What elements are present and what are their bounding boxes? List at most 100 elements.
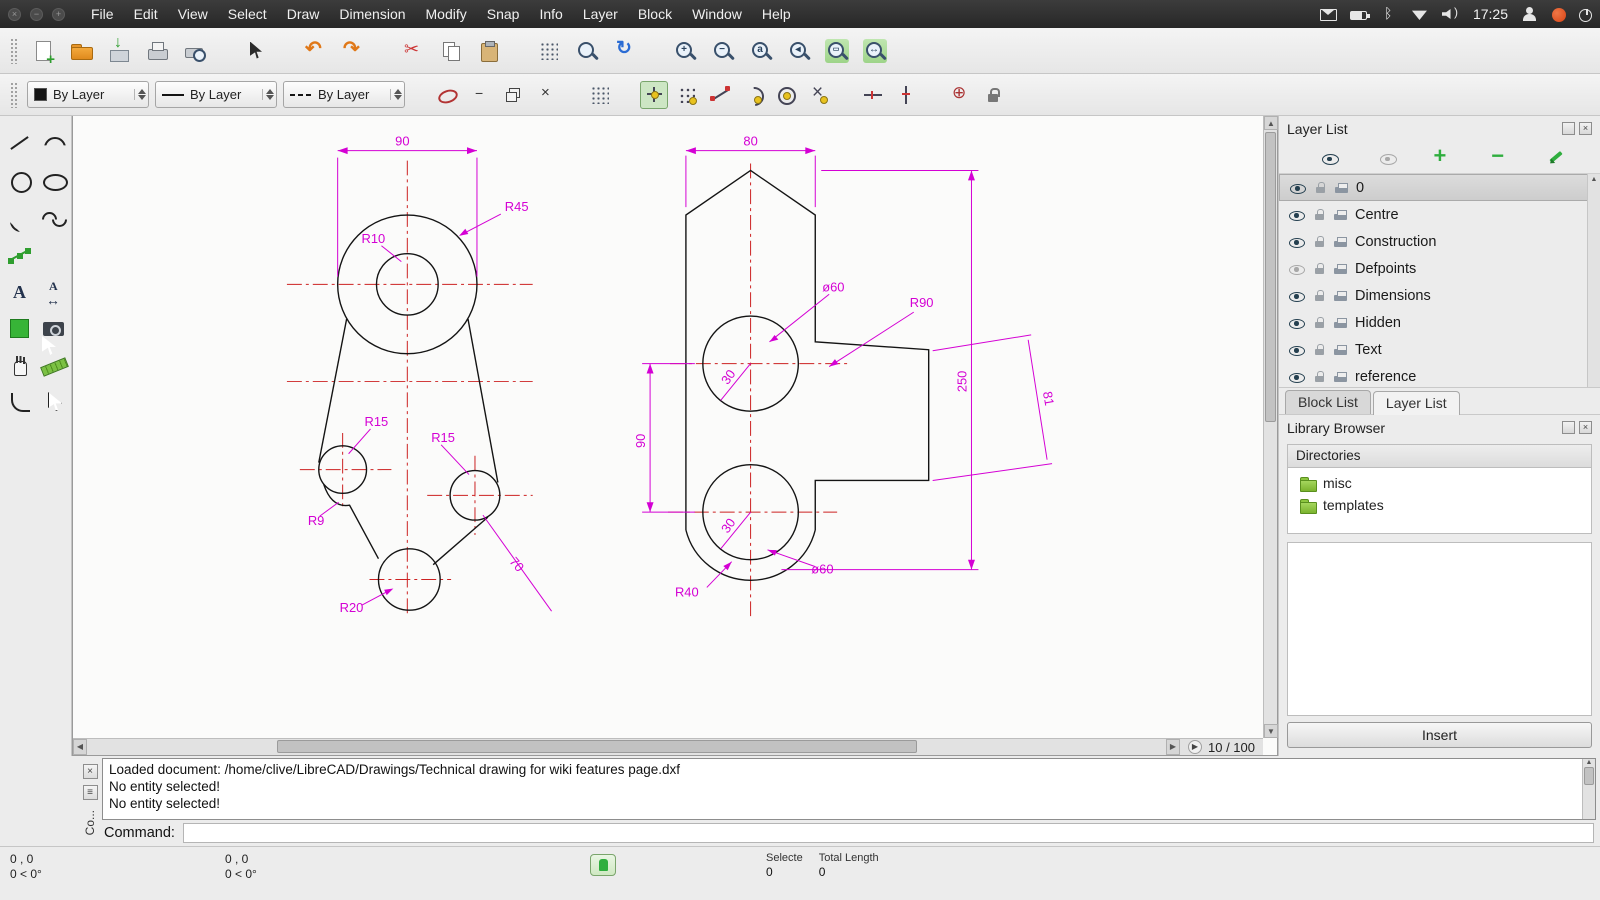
open-file-button[interactable] xyxy=(65,35,97,67)
print-preview-button[interactable] xyxy=(179,35,211,67)
power-icon[interactable] xyxy=(1579,8,1592,22)
float-panel-icon[interactable] xyxy=(1562,122,1575,135)
redraw-button[interactable] xyxy=(609,35,641,67)
command-input[interactable] xyxy=(182,823,1594,843)
layer-visibility-eye-icon[interactable] xyxy=(1289,370,1305,384)
layer-row-Dimensions[interactable]: Dimensions xyxy=(1279,282,1600,309)
spinner-arrows[interactable] xyxy=(390,89,402,100)
minimize-window-button[interactable]: − xyxy=(30,7,43,21)
layer-lock-icon[interactable] xyxy=(1312,343,1326,357)
new-document-button[interactable] xyxy=(27,35,59,67)
pen-linetype-combobox[interactable]: By Layer xyxy=(283,81,405,108)
layer-print-icon[interactable] xyxy=(1333,262,1348,276)
layer-print-icon[interactable] xyxy=(1333,208,1348,222)
scrollbar-thumb[interactable] xyxy=(1265,132,1276,422)
canvas-horizontal-scrollbar[interactable]: ◀ ▶ ▶ 10 / 100 xyxy=(73,738,1263,755)
library-folder-templates[interactable]: templates xyxy=(1290,494,1589,516)
layer-lock-icon[interactable] xyxy=(1312,208,1326,222)
remove-layer-button[interactable] xyxy=(1479,143,1515,171)
layer-visibility-eye-icon[interactable] xyxy=(1289,262,1305,276)
layer-print-icon[interactable] xyxy=(1333,343,1348,357)
layer-visibility-eye-icon[interactable] xyxy=(1289,289,1305,303)
drawing-area[interactable]: 90 R45 R10 R15 R15 R9 R20 70 80 ø60 R90 … xyxy=(72,116,1278,756)
snap-endpoint-button[interactable] xyxy=(706,81,734,109)
layer-row-Hidden[interactable]: Hidden xyxy=(1279,309,1600,336)
snap-center-button[interactable] xyxy=(772,81,800,109)
layer-row-Construction[interactable]: Construction xyxy=(1279,228,1600,255)
clock[interactable]: 17:25 xyxy=(1473,6,1508,22)
layer-print-icon[interactable] xyxy=(1333,235,1348,249)
insert-button[interactable]: Insert xyxy=(1287,722,1592,748)
close-window-button[interactable]: × xyxy=(8,7,21,21)
close-panel-icon[interactable]: × xyxy=(1579,421,1592,434)
layer-visibility-eye-icon[interactable] xyxy=(1289,343,1305,357)
bluetooth-icon[interactable] xyxy=(1380,5,1398,22)
snap-on-entity-button[interactable] xyxy=(739,81,767,109)
restrict-vertical-button[interactable] xyxy=(892,81,920,109)
snap-intersection-button[interactable] xyxy=(805,81,833,109)
fillet-tool[interactable] xyxy=(3,387,36,421)
circle-tool[interactable] xyxy=(3,165,36,199)
layer-visibility-eye-icon[interactable] xyxy=(1290,181,1306,195)
pen-width-combobox[interactable]: By Layer xyxy=(155,81,277,108)
show-all-layers-button[interactable] xyxy=(1306,144,1342,171)
hatch-tool[interactable] xyxy=(3,313,36,347)
tab-block-list[interactable]: Block List xyxy=(1285,390,1371,414)
snap-free-button[interactable] xyxy=(640,80,668,109)
scrollbar-thumb[interactable] xyxy=(277,740,917,753)
spinner-arrows[interactable] xyxy=(134,89,146,100)
select-pointer-button[interactable] xyxy=(239,35,271,67)
grid-button[interactable] xyxy=(533,35,565,67)
battery-icon[interactable] xyxy=(1349,11,1370,20)
snap-grid-button[interactable] xyxy=(673,81,701,109)
scrollbar-track[interactable] xyxy=(87,739,1166,755)
canvas-vertical-scrollbar[interactable]: ▲ ▼ xyxy=(1263,116,1278,738)
zoom-auto-button[interactable] xyxy=(745,35,777,67)
wifi-icon[interactable] xyxy=(1411,6,1429,22)
layer-print-icon[interactable] xyxy=(1334,181,1349,195)
scroll-down-arrow[interactable]: ▼ xyxy=(1264,724,1278,738)
spline-tool[interactable] xyxy=(37,202,70,236)
scroll-right-arrow[interactable]: ▶ xyxy=(1166,739,1180,755)
zoom-out-button[interactable] xyxy=(707,35,739,67)
image-tool[interactable] xyxy=(37,313,70,347)
layer-lock-icon[interactable] xyxy=(1312,370,1326,384)
layer-row-reference[interactable]: reference xyxy=(1279,363,1600,387)
layer-lock-icon[interactable] xyxy=(1313,181,1327,195)
menu-item-help[interactable]: Help xyxy=(752,2,801,26)
menu-item-file[interactable]: File xyxy=(81,2,124,26)
scrollbar-thumb[interactable] xyxy=(1584,767,1594,785)
restrict-horizontal-button[interactable] xyxy=(859,81,887,109)
volume-icon[interactable] xyxy=(1442,5,1460,22)
library-folder-misc[interactable]: misc xyxy=(1290,472,1589,494)
toolbar-drag-handle[interactable] xyxy=(10,37,17,64)
zoom-in-button[interactable] xyxy=(669,35,701,67)
console-scrollbar[interactable]: ▲ xyxy=(1582,759,1595,819)
lock-relative-zero-button[interactable] xyxy=(979,81,1007,109)
toolbar-drag-handle[interactable] xyxy=(10,81,17,108)
zoom-button[interactable] xyxy=(571,35,603,67)
grid-toggle-button[interactable] xyxy=(586,81,614,109)
redo-button[interactable] xyxy=(337,35,369,67)
layer-lock-icon[interactable] xyxy=(1312,262,1326,276)
layer-visibility-eye-icon[interactable] xyxy=(1289,235,1305,249)
menu-item-draw[interactable]: Draw xyxy=(277,2,330,26)
cut-button[interactable] xyxy=(397,35,429,67)
curve-tool[interactable] xyxy=(3,202,36,236)
pen-color-combobox[interactable]: By Layer xyxy=(27,81,149,108)
layer-lock-icon[interactable] xyxy=(1312,289,1326,303)
dimension-tool[interactable] xyxy=(37,276,70,310)
menu-item-info[interactable]: Info xyxy=(529,2,572,26)
layer-print-icon[interactable] xyxy=(1333,289,1348,303)
menu-item-view[interactable]: View xyxy=(168,2,218,26)
mdi-close-button[interactable] xyxy=(532,81,560,109)
session-menu-icon[interactable] xyxy=(1552,7,1566,22)
layer-print-icon[interactable] xyxy=(1333,316,1348,330)
text-tool[interactable] xyxy=(3,276,36,310)
layer-visibility-eye-icon[interactable] xyxy=(1289,208,1305,222)
scroll-left-arrow[interactable]: ◀ xyxy=(73,739,87,755)
layer-row-Centre[interactable]: Centre xyxy=(1279,201,1600,228)
zoom-window-button[interactable] xyxy=(821,35,853,67)
layer-list-scrollbar[interactable]: ▲ xyxy=(1587,174,1600,387)
menu-item-edit[interactable]: Edit xyxy=(124,2,168,26)
